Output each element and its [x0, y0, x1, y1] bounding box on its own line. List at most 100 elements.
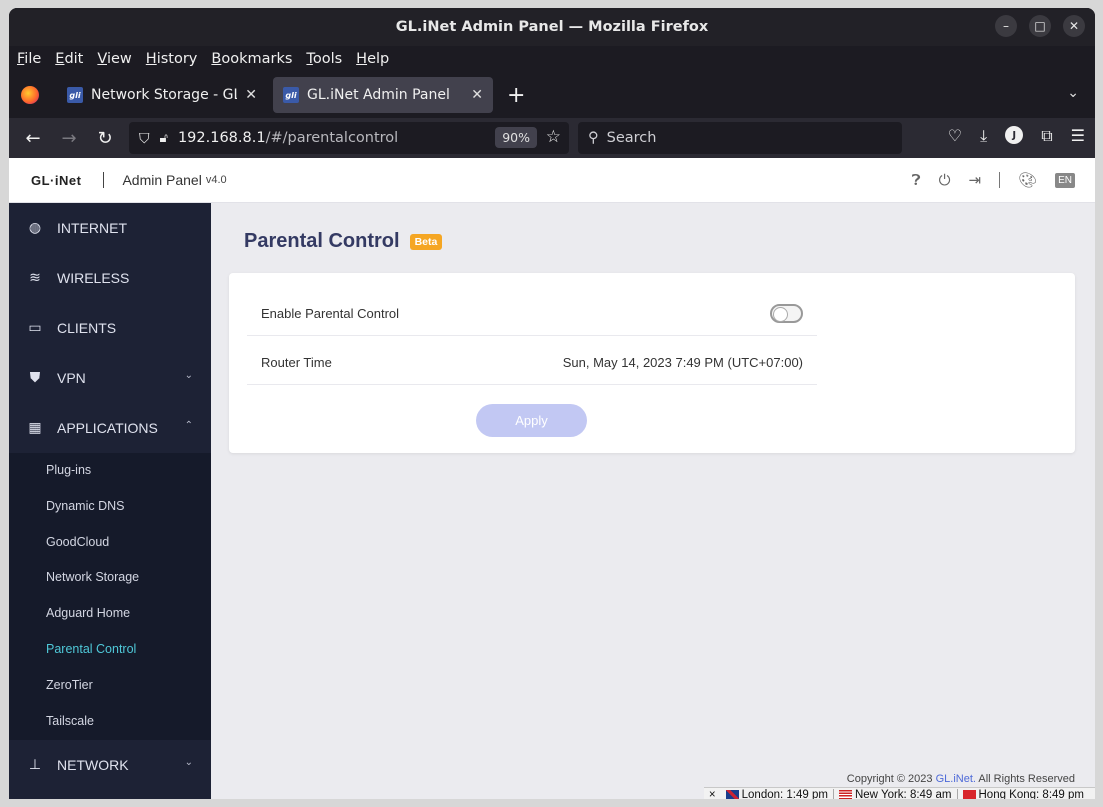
submenu-goodcloud[interactable]: GoodCloud — [46, 535, 109, 549]
search-bar[interactable]: ⚲ Search — [578, 122, 902, 154]
list-tabs-chevron-icon[interactable]: ⌄ — [1067, 84, 1079, 101]
submenu-network-storage[interactable]: Network Storage — [46, 570, 139, 584]
copyright-suffix: All Rights Reserved — [978, 773, 1075, 785]
language-selector[interactable]: EN — [1055, 172, 1075, 188]
sidebar-item-label: WIRELESS — [57, 270, 130, 286]
beta-badge: Beta — [409, 233, 443, 250]
menu-edit[interactable]: Edit — [55, 51, 83, 67]
tab-admin-panel[interactable]: gli GL.iNet Admin Panel ✕ — [273, 77, 493, 113]
url-path: /#/parentalcontrol — [265, 130, 399, 146]
router-time-label: Router Time — [261, 355, 332, 370]
close-window-button[interactable]: ✕ — [1063, 15, 1085, 37]
zoom-level-badge[interactable]: 90% — [495, 127, 537, 148]
lock-icon[interactable]: 🔓︎ — [160, 130, 168, 146]
extensions-icon[interactable]: ⧉ — [1041, 126, 1052, 146]
admin-panel-title: Admin Panel — [122, 172, 202, 188]
tab-label: Network Storage - GL.iNe — [91, 87, 237, 103]
page-title-row: Parental Control Beta — [244, 230, 443, 253]
submenu-zerotier[interactable]: ZeroTier — [46, 678, 93, 692]
window-title: GL.iNet Admin Panel — Mozilla Firefox — [395, 19, 709, 35]
reload-button[interactable]: ↻ — [87, 128, 123, 149]
url-text[interactable]: 192.168.8.1/#/parentalcontrol — [178, 130, 398, 146]
menu-history[interactable]: History — [146, 51, 198, 67]
clock-newyork-text: New York: 8:49 am — [854, 788, 952, 800]
chevron-up-icon: ⌃ — [184, 420, 193, 431]
close-icon: × — [708, 788, 716, 800]
sidebar-item-internet[interactable]: ◍ INTERNET — [9, 203, 211, 253]
menu-view[interactable]: View — [97, 51, 131, 67]
glinet-favicon-icon: gli — [283, 87, 299, 103]
bookmark-star-icon[interactable]: ☆ — [546, 127, 561, 147]
statusbar-close-button[interactable]: × — [704, 789, 721, 800]
title-bar: GL.iNet Admin Panel — Mozilla Firefox – … — [9, 8, 1095, 46]
submenu-plugins[interactable]: Plug-ins — [46, 463, 91, 477]
apply-button[interactable]: Apply — [476, 404, 587, 437]
close-tab-icon[interactable]: ✕ — [245, 87, 257, 103]
sidebar-item-label: CLIENTS — [57, 320, 117, 336]
account-avatar[interactable]: J — [1005, 126, 1024, 144]
sidebar-item-wireless[interactable]: ≋ WIRELESS — [9, 253, 211, 303]
clock-hongkong: Hong Kong: 8:49 pm — [956, 788, 1090, 799]
back-button[interactable]: ← — [15, 128, 51, 149]
clock-london-text: London: 1:49 pm — [741, 788, 828, 800]
apps-icon: ▦ — [28, 420, 42, 436]
hamburger-menu-icon[interactable]: ☰ — [1071, 126, 1085, 146]
glinet-logo[interactable]: GL·iNet — [31, 173, 81, 188]
pocket-icon[interactable]: ♡ — [948, 126, 962, 146]
submenu-dynamic-dns[interactable]: Dynamic DNS — [46, 499, 125, 513]
minimize-button[interactable]: – — [995, 15, 1017, 37]
hk-flag-icon — [962, 790, 976, 799]
browser-window: GL.iNet Admin Panel — Mozilla Firefox – … — [9, 8, 1095, 799]
router-time-row: Router Time Sun, May 14, 2023 7:49 PM (U… — [247, 341, 817, 385]
forward-button[interactable]: → — [51, 128, 87, 149]
globe-icon: ◍ — [28, 220, 42, 236]
tab-network-storage[interactable]: gli Network Storage - GL.iNe ✕ — [57, 77, 267, 113]
wifi-icon: ≋ — [29, 270, 41, 286]
sidebar-item-label: APPLICATIONS — [57, 420, 158, 436]
theme-palette-icon[interactable]: 🎨︎ — [1018, 171, 1037, 189]
clock-london: London: 1:49 pm — [721, 788, 833, 800]
power-icon[interactable]: ⏻ — [939, 171, 951, 189]
menu-help[interactable]: Help — [356, 51, 389, 67]
chevron-down-icon: ⌄ — [184, 757, 193, 768]
shield-icon: ⛊ — [29, 370, 41, 386]
glinet-favicon-icon: gli — [67, 87, 83, 103]
window-controls: – □ ✕ — [995, 15, 1085, 37]
url-bar[interactable]: ⛉ 🔓︎ 192.168.8.1/#/parentalcontrol 90% ☆ — [129, 122, 569, 154]
devices-icon: ▭ — [28, 320, 42, 336]
applications-submenu: Plug-ins Dynamic DNS GoodCloud Network S… — [9, 453, 211, 740]
sidebar-item-label: NETWORK — [57, 757, 129, 773]
sidebar-item-applications[interactable]: ▦ APPLICATIONS ⌃ — [9, 403, 211, 453]
world-clock-statusbar: × London: 1:49 pm New York: 8:49 am Hong… — [703, 787, 1095, 800]
sidebar-item-clients[interactable]: ▭ CLIENTS — [9, 303, 211, 353]
network-icon: ⊥ — [28, 757, 42, 773]
sidebar-item-vpn[interactable]: ⛊ VPN ⌄ — [9, 353, 211, 403]
app-header: GL·iNet Admin Panel v4.0 ❓︎ ⏻ ⇥ 🎨︎ EN — [9, 158, 1095, 203]
help-icon[interactable]: ❓︎ — [912, 171, 921, 189]
close-tab-icon[interactable]: ✕ — [471, 87, 483, 103]
tracking-shield-icon[interactable]: ⛉ — [139, 130, 150, 147]
page-title: Parental Control — [244, 230, 400, 252]
version-label: v4.0 — [205, 174, 227, 186]
firefox-menu-icon[interactable] — [21, 86, 39, 104]
menu-tools[interactable]: Tools — [306, 51, 342, 67]
submenu-adguard-home[interactable]: Adguard Home — [46, 606, 130, 620]
downloads-icon[interactable]: ⤓ — [980, 126, 987, 146]
search-icon: ⚲ — [588, 130, 599, 146]
maximize-button[interactable]: □ — [1029, 15, 1051, 37]
enable-parental-control-toggle[interactable] — [770, 304, 803, 323]
uk-flag-icon — [725, 790, 739, 799]
tab-label: GL.iNet Admin Panel — [307, 87, 450, 103]
submenu-parental-control[interactable]: Parental Control — [46, 642, 136, 656]
menu-file[interactable]: File — [17, 51, 41, 67]
sidebar-item-network[interactable]: ⊥ NETWORK ⌄ — [9, 740, 211, 790]
web-page: GL·iNet Admin Panel v4.0 ❓︎ ⏻ ⇥ 🎨︎ EN ◍ … — [9, 158, 1095, 799]
submenu-tailscale[interactable]: Tailscale — [46, 714, 94, 728]
menu-bookmarks[interactable]: Bookmarks — [211, 51, 292, 67]
tab-strip: gli Network Storage - GL.iNe ✕ gli GL.iN… — [9, 74, 1095, 116]
logout-icon[interactable]: ⇥ — [968, 171, 981, 189]
us-flag-icon — [838, 790, 852, 799]
sidebar-item-label: INTERNET — [57, 220, 127, 236]
new-tab-button[interactable]: + — [507, 83, 525, 108]
copyright-link[interactable]: GL.iNet. — [936, 773, 976, 785]
